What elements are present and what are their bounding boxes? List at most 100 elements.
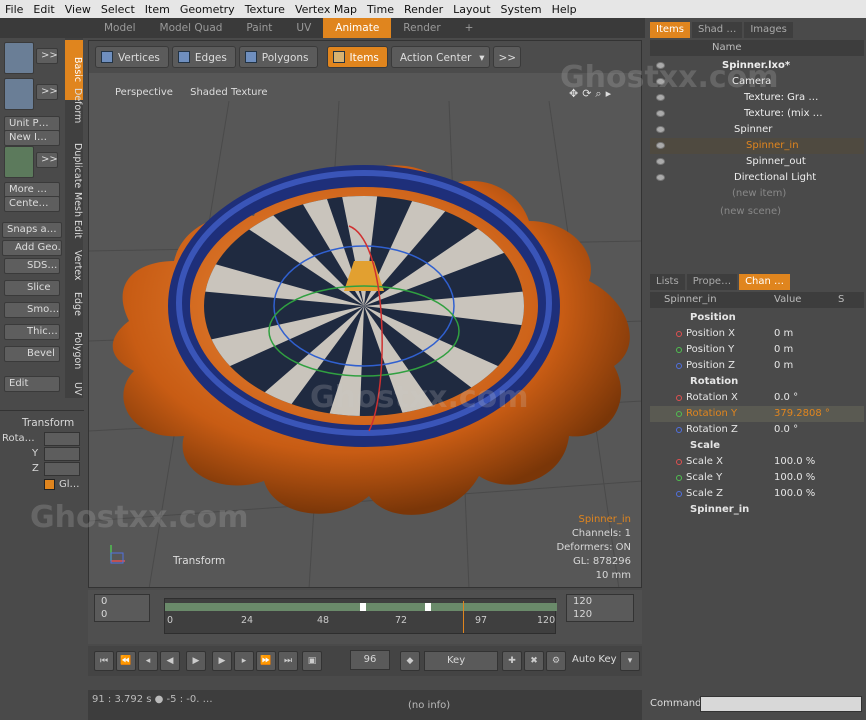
channel-group[interactable]: Position bbox=[650, 310, 864, 326]
view-type-label[interactable]: Perspective bbox=[115, 87, 173, 98]
visibility-eye-icon[interactable] bbox=[656, 126, 665, 133]
keyframe-marker[interactable] bbox=[360, 603, 366, 611]
items-tab-1[interactable]: Shad … bbox=[691, 22, 743, 38]
current-start[interactable]: 0 bbox=[101, 608, 149, 621]
menu-item-view[interactable]: View bbox=[60, 3, 96, 16]
key-add-icon[interactable]: ✚ bbox=[502, 651, 522, 671]
item-row[interactable]: Directional Light bbox=[650, 170, 864, 186]
channel-tab-1[interactable]: Prope… bbox=[686, 274, 738, 290]
tool-tab-vertex[interactable]: Vertex bbox=[65, 244, 83, 286]
menu-item-system[interactable]: System bbox=[496, 3, 547, 16]
item-row[interactable]: Spinner_in bbox=[650, 138, 864, 154]
edit-popup[interactable]: Edit bbox=[4, 376, 60, 392]
keyframe-marker[interactable] bbox=[425, 603, 431, 611]
chevron-down-icon[interactable]: ▾ bbox=[620, 651, 640, 671]
channel-row[interactable]: Scale X 100.0 % bbox=[650, 454, 864, 470]
key-filter-icon[interactable]: ⚙ bbox=[546, 651, 566, 671]
channel-value[interactable]: 100.0 % bbox=[774, 486, 815, 502]
visibility-eye-icon[interactable] bbox=[656, 94, 665, 101]
tool-tab-uv[interactable]: UV bbox=[65, 380, 83, 398]
visibility-eye-icon[interactable] bbox=[656, 110, 665, 117]
item-row[interactable]: Spinner_out bbox=[650, 154, 864, 170]
vertices-mode-button[interactable]: Vertices bbox=[95, 46, 169, 68]
auto-key-label[interactable]: Auto Key bbox=[572, 654, 617, 665]
torus-tool-icon[interactable] bbox=[4, 78, 34, 110]
tool-tab-mesh-edit[interactable]: Mesh Edit bbox=[65, 186, 83, 244]
next-key-icon[interactable]: ⏩ bbox=[256, 651, 276, 671]
menu-item-vertex-map[interactable]: Vertex Map bbox=[290, 3, 362, 16]
edges-mode-button[interactable]: Edges bbox=[171, 46, 236, 68]
range-end-fields[interactable]: 120 120 bbox=[566, 594, 634, 622]
channel-value[interactable]: 100.0 % bbox=[774, 470, 815, 486]
range-start-fields[interactable]: 0 0 bbox=[94, 594, 150, 622]
action-center-dropdown[interactable]: Action Center ▾ bbox=[390, 46, 491, 68]
channel-value[interactable]: 0 m bbox=[774, 326, 793, 342]
channel-row[interactable]: Scale Z 100.0 % bbox=[650, 486, 864, 502]
play-icon[interactable]: ▶ bbox=[186, 651, 206, 671]
channel-group[interactable]: Rotation bbox=[650, 374, 864, 390]
rotation-z-field[interactable] bbox=[44, 462, 80, 476]
menu-item-item[interactable]: Item bbox=[140, 3, 175, 16]
channel-value[interactable]: 0 m bbox=[774, 358, 793, 374]
new-item-popup[interactable]: New I… bbox=[4, 130, 60, 146]
prev-frame-icon[interactable]: ◂ bbox=[138, 651, 158, 671]
menu-item-time[interactable]: Time bbox=[362, 3, 399, 16]
rotation-y-field[interactable] bbox=[44, 447, 80, 461]
menu-item-help[interactable]: Help bbox=[547, 3, 582, 16]
channel-value[interactable]: 0.0 ° bbox=[774, 390, 798, 406]
visibility-eye-icon[interactable] bbox=[656, 158, 665, 165]
visibility-eye-icon[interactable] bbox=[656, 62, 665, 69]
channel-value[interactable]: 0 m bbox=[774, 342, 793, 358]
playhead[interactable] bbox=[463, 601, 464, 633]
key-remove-icon[interactable]: ✖ bbox=[524, 651, 544, 671]
channel-value[interactable]: 100.0 % bbox=[774, 454, 815, 470]
layout-tab-model-quad[interactable]: Model Quad bbox=[148, 18, 235, 38]
key-dropdown[interactable]: Key bbox=[424, 651, 498, 671]
visibility-eye-icon[interactable] bbox=[656, 78, 665, 85]
channel-value[interactable]: 379.2808 ° bbox=[774, 406, 830, 422]
layout-tab-add[interactable]: + bbox=[453, 18, 486, 38]
slice-button[interactable]: Slice bbox=[4, 280, 60, 296]
channel-row[interactable]: Position X 0 m bbox=[650, 326, 864, 342]
channel-row[interactable]: Scale Y 100.0 % bbox=[650, 470, 864, 486]
channel-row[interactable]: Position Y 0 m bbox=[650, 342, 864, 358]
items-tab-0[interactable]: Items bbox=[650, 22, 690, 38]
snaps-button[interactable]: Snaps a… bbox=[2, 222, 62, 238]
cube-tool-icon[interactable] bbox=[4, 42, 34, 74]
command-input[interactable] bbox=[700, 696, 862, 712]
channel-value[interactable]: 0.0 ° bbox=[774, 422, 798, 438]
tool-tab-deform[interactable]: Deform bbox=[65, 80, 83, 132]
new-item-label[interactable]: (new item) bbox=[732, 188, 786, 199]
shading-mode-label[interactable]: Shaded Texture bbox=[190, 87, 267, 98]
expand-button-1[interactable]: >> bbox=[36, 48, 58, 64]
item-row[interactable]: Texture: (mix … bbox=[650, 106, 864, 122]
scene-end[interactable]: 120 bbox=[573, 595, 633, 608]
visibility-eye-icon[interactable] bbox=[656, 142, 665, 149]
channel-group[interactable]: Spinner_in bbox=[650, 502, 864, 518]
item-row[interactable]: Spinner.lxo* bbox=[650, 58, 864, 74]
layout-tab-paint[interactable]: Paint bbox=[234, 18, 284, 38]
timeline-scrubber[interactable]: 0 24 48 72 97 120 bbox=[164, 598, 557, 634]
channel-tab-2[interactable]: Chan … bbox=[739, 274, 791, 290]
channel-row[interactable]: Position Z 0 m bbox=[650, 358, 864, 374]
sds-button[interactable]: SDS… bbox=[4, 258, 60, 274]
channel-group[interactable]: Scale bbox=[650, 438, 864, 454]
scene-start[interactable]: 0 bbox=[101, 595, 149, 608]
layout-tab-model[interactable]: Model bbox=[92, 18, 148, 38]
go-to-end-icon[interactable]: ⏭ bbox=[278, 651, 298, 671]
thicken-button[interactable]: Thic… bbox=[4, 324, 60, 340]
viewport-nav-icons[interactable]: ✥⟳⌕▸ bbox=[569, 87, 615, 101]
smooth-button[interactable]: Smo… bbox=[4, 302, 60, 318]
items-mode-button[interactable]: Items bbox=[326, 46, 388, 68]
layout-tab-uv[interactable]: UV bbox=[284, 18, 323, 38]
menu-item-geometry[interactable]: Geometry bbox=[175, 3, 240, 16]
key-icon[interactable]: ◆ bbox=[400, 651, 420, 671]
camera-icon[interactable]: ▣ bbox=[302, 651, 322, 671]
name-column-header[interactable]: Name bbox=[712, 40, 742, 56]
layout-tab-animate[interactable]: Animate bbox=[323, 18, 392, 38]
toolbar-expand-button[interactable]: >> bbox=[493, 46, 522, 68]
menu-item-file[interactable]: File bbox=[0, 3, 28, 16]
next-frame-icon[interactable]: ▸ bbox=[234, 651, 254, 671]
new-scene-label[interactable]: (new scene) bbox=[720, 206, 781, 217]
center-popup[interactable]: Cente… bbox=[4, 196, 60, 212]
